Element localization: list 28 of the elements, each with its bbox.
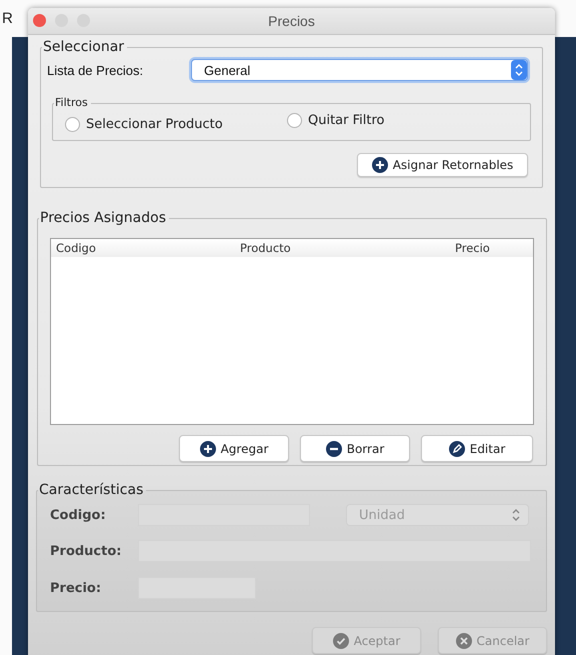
group-title: Filtros [54,95,89,111]
column-header[interactable]: Producto [235,241,450,255]
column-header[interactable]: Codigo [51,241,235,255]
radio-option[interactable]: Seleccionar Producto [65,117,287,132]
minus-icon [326,440,342,456]
window-title: Precios [268,13,315,29]
group-title: Características [38,482,144,498]
pencil-icon [448,440,465,456]
field-label: Lista de Precios: [47,62,144,78]
group-title: Precios Asignados [39,210,167,226]
field-label: Codigo: [50,508,107,522]
radio-option[interactable]: Quitar Filtro [287,113,384,128]
column-header[interactable]: Precio [450,241,533,255]
stepper-icon [511,60,527,80]
plus-icon [372,157,388,173]
price-list-select[interactable]: General [191,59,528,81]
field-label: Precio: [50,580,102,596]
assign-button[interactable]: Asignar Retornables [357,153,528,177]
field-label: Producto: [50,544,122,558]
action-button[interactable]: Editar [421,435,533,462]
action-button[interactable]: Borrar [300,435,410,462]
app-title: R [2,10,13,27]
group-title: Seleccionar [42,39,126,55]
action-button[interactable]: Agregar [179,435,289,462]
close-button[interactable] [33,14,46,27]
close-icon [456,632,472,648]
plus-icon [200,440,216,456]
check-icon [332,632,349,648]
